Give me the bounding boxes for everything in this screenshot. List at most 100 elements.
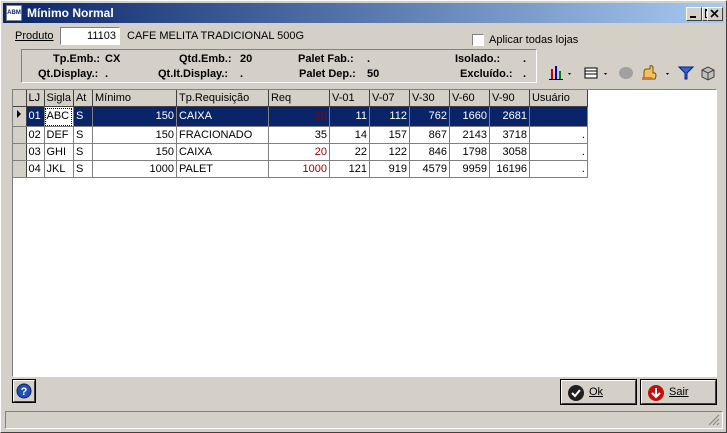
cell-v30[interactable]: 4579 [409, 160, 450, 178]
isolado-label: Isolado.: [455, 53, 501, 65]
table-row[interactable]: 02 DEF S 150 FRACIONADO 35 14 157 867 21… [13, 126, 588, 144]
cell-v60[interactable]: 1660 [449, 106, 490, 127]
table-row[interactable]: 04 JKL S 1000 PALET 1000 121 919 4579 99… [13, 160, 588, 178]
palet-fab-label: Palet Fab.: [298, 53, 354, 65]
cell-v01[interactable]: 11 [329, 106, 370, 127]
cell-v90[interactable]: 2681 [489, 106, 530, 127]
cell-usuario[interactable]: . [529, 143, 588, 161]
header-tp-requisicao[interactable]: Tp.Requisição [176, 90, 269, 107]
header-usuario[interactable]: Usuário [529, 90, 588, 107]
svg-text:?: ? [21, 386, 28, 398]
window-title: Mínimo Normal [27, 6, 114, 20]
row-indicator [13, 143, 27, 161]
header-lj[interactable]: LJ [26, 90, 45, 107]
cell-usuario[interactable]: . [529, 126, 588, 144]
cell-sigla[interactable]: JKL [44, 160, 74, 178]
cell-usuario[interactable] [529, 106, 588, 127]
header-at[interactable]: At [73, 90, 93, 107]
exit-label: Sair [669, 386, 689, 398]
cell-sigla[interactable]: GHI [44, 143, 74, 161]
cell-v07[interactable]: 157 [369, 126, 410, 144]
cell-req[interactable]: 20 [268, 143, 330, 161]
cell-v01[interactable]: 22 [329, 143, 370, 161]
cell-minimo[interactable]: 150 [92, 126, 177, 144]
cell-minimo[interactable]: 150 [92, 143, 177, 161]
qt-display-value: . [105, 68, 109, 80]
qtd-emb-value: 20 [240, 53, 253, 65]
cell-v60[interactable]: 9959 [449, 160, 490, 178]
cell-sigla[interactable]: DEF [44, 126, 74, 144]
cell-minimo[interactable]: 150 [92, 106, 177, 127]
cell-sigla[interactable]: ABC [44, 106, 74, 127]
apply-all-checkbox[interactable] [472, 34, 484, 46]
cell-v90[interactable]: 3058 [489, 143, 530, 161]
cell-usuario[interactable]: . [529, 160, 588, 178]
title-bar[interactable]: ABM Mínimo Normal [3, 3, 724, 23]
header-v60[interactable]: V-60 [449, 90, 490, 107]
header-v90[interactable]: V-90 [489, 90, 530, 107]
cell-lj[interactable]: 01 [26, 106, 45, 127]
chart-tool-button[interactable] [547, 63, 573, 83]
cell-minimo[interactable]: 1000 [92, 160, 177, 178]
apply-all-label: Aplicar todas lojas [489, 34, 579, 46]
cell-v60[interactable]: 1798 [449, 143, 490, 161]
data-grid[interactable]: LJ Sigla At Mínimo Tp.Requisição Req V-0… [12, 89, 717, 377]
cell-at[interactable]: S [73, 160, 93, 178]
minimize-button[interactable] [686, 7, 702, 21]
cell-v90[interactable]: 3718 [489, 126, 530, 144]
hand-icon [642, 65, 669, 80]
product-code-input[interactable]: 11103 [60, 27, 120, 45]
filter-icon [677, 66, 695, 80]
cell-req[interactable]: 20 [268, 106, 330, 127]
cell-v07[interactable]: 112 [369, 106, 410, 127]
cell-v30[interactable]: 762 [409, 106, 450, 127]
cell-tp[interactable]: CAIXA [176, 106, 269, 127]
hand-tool-button[interactable] [639, 63, 671, 83]
cell-v90[interactable]: 16196 [489, 160, 530, 178]
exit-button[interactable]: Sair [640, 379, 717, 405]
cell-v30[interactable]: 846 [409, 143, 450, 161]
cell-at[interactable]: S [73, 143, 93, 161]
cell-req[interactable]: 35 [268, 126, 330, 144]
cell-tp[interactable]: PALET [176, 160, 269, 178]
cell-v01[interactable]: 14 [329, 126, 370, 144]
header-v01[interactable]: V-01 [329, 90, 370, 107]
cell-lj[interactable]: 03 [26, 143, 45, 161]
table-row[interactable]: 03 GHI S 150 CAIXA 20 22 122 846 1798 30… [13, 143, 588, 161]
palet-fab-value: . [367, 53, 371, 65]
product-description: CAFE MELITA TRADICIONAL 500G [127, 30, 305, 42]
header-sigla[interactable]: Sigla [44, 90, 74, 107]
cell-v30[interactable]: 867 [409, 126, 450, 144]
cell-tp[interactable]: FRACIONADO [176, 126, 269, 144]
exit-icon [648, 385, 664, 401]
status-bar [5, 411, 723, 429]
cell-v07[interactable]: 122 [369, 143, 410, 161]
help-button[interactable]: ? [12, 379, 36, 403]
ok-button[interactable]: Ok [560, 379, 637, 405]
columns-tool-button[interactable] [583, 63, 609, 83]
cell-at[interactable]: S [73, 126, 93, 144]
header-v07[interactable]: V-07 [369, 90, 410, 107]
cell-at[interactable]: S [73, 106, 93, 127]
box-tool-button[interactable] [699, 63, 717, 83]
qt-it-display-value: . [240, 68, 244, 80]
isolado-value: . [523, 53, 527, 65]
header-req[interactable]: Req [268, 90, 330, 107]
close-button[interactable] [707, 7, 723, 21]
columns-icon [584, 67, 607, 79]
cell-v60[interactable]: 2143 [449, 126, 490, 144]
header-minimo[interactable]: Mínimo [92, 90, 177, 107]
table-row[interactable]: 01 ABC S 150 CAIXA 20 11 112 762 1660 26… [13, 106, 588, 127]
row-indicator-icon [13, 106, 27, 127]
cell-lj[interactable]: 04 [26, 160, 45, 178]
cell-lj[interactable]: 02 [26, 126, 45, 144]
cell-v07[interactable]: 919 [369, 160, 410, 178]
cell-tp[interactable]: CAIXA [176, 143, 269, 161]
header-v30[interactable]: V-30 [409, 90, 450, 107]
help-icon: ? [16, 383, 32, 399]
circle-icon [619, 67, 633, 79]
circle-tool-button[interactable] [617, 63, 635, 83]
cell-req[interactable]: 1000 [268, 160, 330, 178]
filter-tool-button[interactable] [677, 63, 695, 83]
cell-v01[interactable]: 121 [329, 160, 370, 178]
